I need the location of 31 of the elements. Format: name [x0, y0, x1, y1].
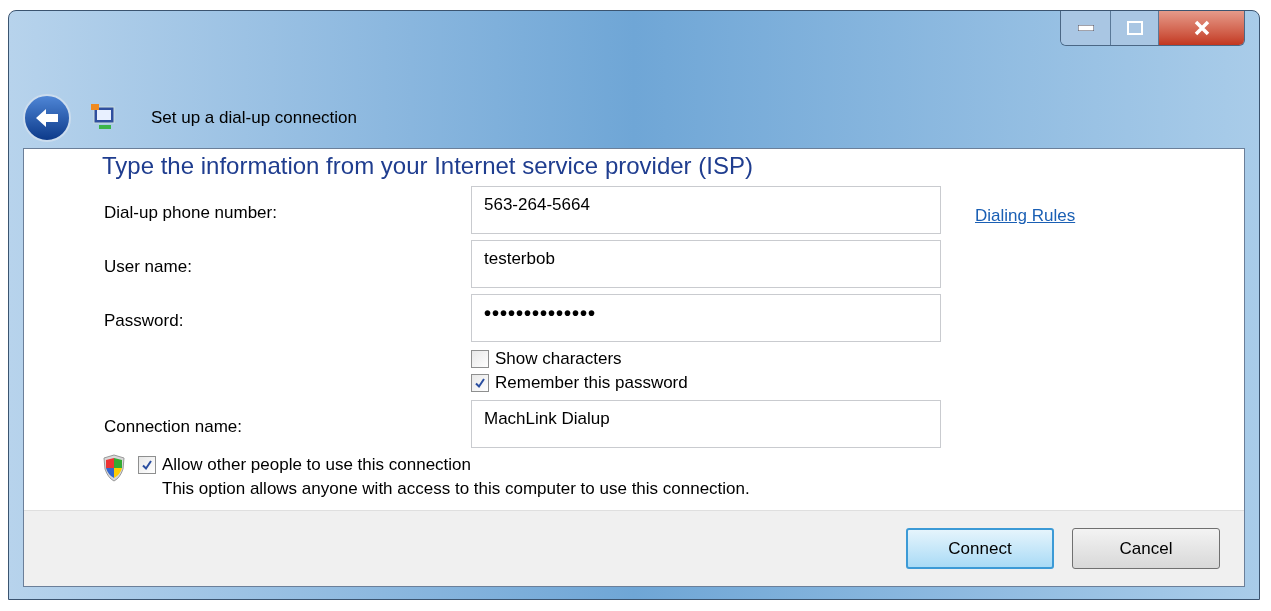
close-button[interactable] [1159, 11, 1244, 45]
input-field[interactable]: MachLink Dialup [471, 400, 941, 448]
checkbox[interactable] [471, 374, 489, 392]
dialing-rules-link[interactable]: Dialing Rules [975, 203, 1076, 229]
minimize-button[interactable] [1061, 11, 1111, 45]
checkbox-label: Show characters [495, 348, 622, 371]
checkbox-label: Allow other people to use this connection [162, 454, 473, 476]
password-field[interactable]: •••••••••••••• [471, 294, 941, 342]
checkmark-icon [141, 459, 153, 471]
page-heading: Type the information from your Internet service provider (ISP) [102, 151, 754, 181]
checkbox-label: Remember this password [495, 372, 688, 395]
back-arrow-icon [34, 107, 60, 129]
minimize-icon [1077, 25, 1094, 31]
field-label: User name: [104, 256, 193, 279]
maximize-button[interactable] [1111, 11, 1159, 45]
description-text: This option allows anyone with access to this computer to use this connection. [162, 478, 750, 500]
security-shield-icon [102, 454, 126, 482]
checkmark-icon [474, 377, 486, 389]
maximize-icon [1126, 21, 1143, 35]
checkbox[interactable] [471, 350, 489, 368]
checkbox[interactable] [138, 456, 156, 474]
dialog-button[interactable]: Cancel [1072, 528, 1220, 569]
field-label: Dial-up phone number: [104, 202, 278, 225]
back-button[interactable] [23, 94, 71, 142]
dialog-button[interactable]: Connect [906, 528, 1054, 569]
window-title: Set up a dial-up connection [151, 107, 358, 130]
input-field[interactable]: 563-264-5664 [471, 186, 941, 234]
field-label: Connection name: [104, 416, 243, 439]
input-field[interactable]: testerbob [471, 240, 941, 288]
close-icon [1192, 20, 1211, 36]
field-label: Password: [104, 310, 185, 333]
